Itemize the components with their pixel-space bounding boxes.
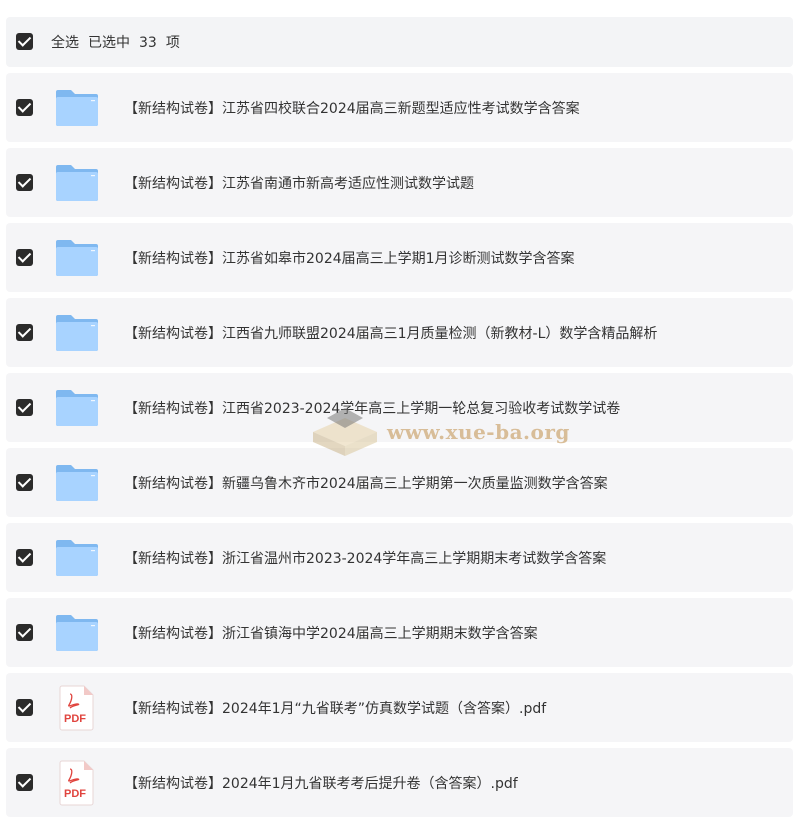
folder-icon — [53, 234, 101, 282]
folder-icon — [53, 84, 101, 132]
folder-icon — [53, 159, 101, 207]
pdf-badge-text: PDF — [64, 788, 86, 800]
file-row[interactable]: PDF 【新结构试卷】2024年1月“九省联考”仿真数学试题（含答案）.pdf — [6, 673, 793, 742]
row-checkbox[interactable] — [16, 623, 33, 641]
folder-icon — [53, 459, 101, 507]
file-row[interactable]: 【新结构试卷】江西省2023-2024学年高三上学期一轮总复习验收考试数学试卷 — [6, 373, 793, 442]
row-checkbox[interactable] — [16, 248, 33, 266]
file-name[interactable]: 【新结构试卷】新疆乌鲁木齐市2024届高三上学期第一次质量监测数学含答案 — [124, 473, 608, 493]
file-name[interactable]: 【新结构试卷】2024年1月九省联考考后提升卷（含答案）.pdf — [124, 773, 518, 793]
folder-icon — [53, 384, 101, 432]
pdf-badge-text: PDF — [64, 713, 86, 725]
folder-icon — [53, 609, 101, 657]
file-row[interactable]: 【新结构试卷】新疆乌鲁木齐市2024届高三上学期第一次质量监测数学含答案 — [6, 448, 793, 517]
file-row[interactable]: 【新结构试卷】江苏省四校联合2024届高三新题型适应性考试数学含答案 — [6, 73, 793, 142]
file-name[interactable]: 【新结构试卷】江西省九师联盟2024届高三1月质量检测（新教材-L）数学含精品解… — [124, 323, 657, 343]
row-checkbox[interactable] — [16, 473, 33, 491]
file-name[interactable]: 【新结构试卷】2024年1月“九省联考”仿真数学试题（含答案）.pdf — [124, 698, 546, 718]
file-name[interactable]: 【新结构试卷】浙江省镇海中学2024届高三上学期期末数学含答案 — [124, 623, 538, 643]
pdf-icon: PDF — [53, 759, 101, 807]
file-row[interactable]: 【新结构试卷】江苏省如皋市2024届高三上学期1月诊断测试数学含答案 — [6, 223, 793, 292]
file-name[interactable]: 【新结构试卷】江苏省四校联合2024届高三新题型适应性考试数学含答案 — [124, 98, 580, 118]
row-checkbox[interactable] — [16, 323, 33, 341]
pdf-icon: PDF — [53, 684, 101, 732]
selected-count: 33 — [139, 35, 157, 51]
file-list: 全选 已选中 33 项 【新结构试卷】江苏省四校联合2024届高三新题型适应性考试数学… — [6, 17, 793, 817]
row-checkbox[interactable] — [16, 173, 33, 191]
row-checkbox[interactable] — [16, 773, 33, 791]
selected-suffix: 项 — [165, 35, 180, 51]
file-row[interactable]: 【新结构试卷】浙江省温州市2023-2024学年高三上学期期末考试数学含答案 — [6, 523, 793, 592]
selected-prefix: 已选中 — [88, 35, 130, 51]
folder-icon — [53, 309, 101, 357]
file-row[interactable]: 【新结构试卷】江西省九师联盟2024届高三1月质量检测（新教材-L）数学含精品解… — [6, 298, 793, 367]
file-name[interactable]: 【新结构试卷】江西省2023-2024学年高三上学期一轮总复习验收考试数学试卷 — [124, 398, 620, 418]
select-all-label[interactable]: 全选 — [51, 35, 79, 51]
selection-summary: 全选 已选中 33 项 — [51, 32, 189, 52]
row-checkbox[interactable] — [16, 98, 33, 116]
row-checkbox[interactable] — [16, 398, 33, 416]
file-name[interactable]: 【新结构试卷】江苏省如皋市2024届高三上学期1月诊断测试数学含答案 — [124, 248, 575, 268]
file-row[interactable]: 【新结构试卷】浙江省镇海中学2024届高三上学期期末数学含答案 — [6, 598, 793, 667]
folder-icon — [53, 534, 101, 582]
file-name[interactable]: 【新结构试卷】浙江省温州市2023-2024学年高三上学期期末考试数学含答案 — [124, 548, 606, 568]
file-name[interactable]: 【新结构试卷】江苏省南通市新高考适应性测试数学试题 — [124, 173, 474, 193]
selection-header: 全选 已选中 33 项 — [6, 17, 793, 67]
file-row[interactable]: 【新结构试卷】江苏省南通市新高考适应性测试数学试题 — [6, 148, 793, 217]
file-row[interactable]: PDF 【新结构试卷】2024年1月九省联考考后提升卷（含答案）.pdf — [6, 748, 793, 817]
row-checkbox[interactable] — [16, 548, 33, 566]
select-all-checkbox[interactable] — [16, 33, 33, 50]
row-checkbox[interactable] — [16, 698, 33, 716]
